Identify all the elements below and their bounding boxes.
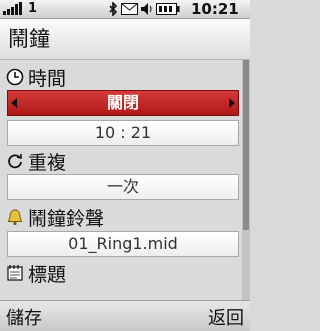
status-time: 10:21 — [191, 0, 239, 18]
repeat-value: 一次 — [106, 177, 139, 196]
softkey-bar: 儲存 返回 — [0, 300, 250, 331]
alarm-state-value: 關閉 — [106, 93, 139, 112]
left-arrow-icon[interactable] — [11, 98, 17, 108]
ringtone-label: 鬧鐘鈴聲 — [28, 208, 105, 230]
save-softkey[interactable]: 儲存 — [6, 304, 42, 330]
notepad-icon — [7, 265, 23, 281]
title-bar: 鬧鐘 — [0, 19, 250, 60]
envelope-icon — [121, 3, 138, 15]
alarm-time-value: 10 : 21 — [94, 123, 152, 142]
alarm-time-field[interactable]: 10 : 21 — [7, 120, 239, 146]
ringtone-field[interactable]: 01_Ring1.mid — [7, 231, 239, 257]
speaker-icon — [141, 3, 152, 15]
time-label: 時間 — [28, 68, 67, 90]
status-bar: 1 10:21 — [0, 0, 250, 19]
alarm-state-selector[interactable]: 關閉 — [7, 90, 239, 116]
scrollbar-thumb[interactable] — [243, 60, 249, 230]
back-softkey[interactable]: 返回 — [208, 304, 244, 330]
signal-bars-icon — [3, 2, 22, 15]
bell-icon — [7, 209, 23, 226]
repeat-field[interactable]: 一次 — [7, 174, 239, 200]
clock-icon — [6, 68, 24, 86]
sim-indicator: 1 — [28, 1, 38, 16]
page-title: 鬧鐘 — [8, 27, 50, 51]
battery-icon — [156, 3, 180, 15]
name-label: 標題 — [28, 264, 67, 286]
repeat-label: 重複 — [28, 152, 67, 174]
right-arrow-icon[interactable] — [229, 98, 235, 108]
bluetooth-icon — [109, 2, 118, 16]
scrollbar[interactable] — [242, 60, 250, 300]
settings-list: 時間 關閉 10 : 21 重複 一次 鬧鐘鈴聲 01_Ring1.mid 標題 — [0, 60, 250, 300]
ringtone-value: 01_Ring1.mid — [68, 234, 178, 253]
repeat-icon — [8, 154, 22, 169]
